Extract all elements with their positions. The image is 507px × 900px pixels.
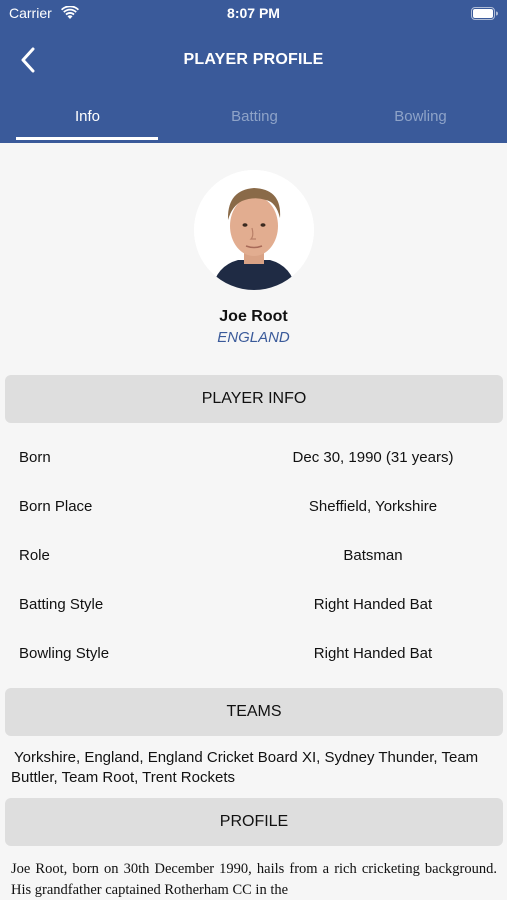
info-row-born-place: Born Place Sheffield, Yorkshire bbox=[0, 492, 507, 522]
tab-batting[interactable]: Batting bbox=[183, 95, 326, 140]
info-row-role: Role Batsman bbox=[0, 541, 507, 571]
info-value: Batsman bbox=[343, 547, 403, 564]
section-header-profile: PROFILE bbox=[5, 798, 503, 846]
page-title: PLAYER PROFILE bbox=[183, 51, 324, 68]
battery-icon bbox=[471, 7, 498, 20]
tab-bowling[interactable]: Bowling bbox=[349, 95, 492, 140]
info-row-batting-style: Batting Style Right Handed Bat bbox=[0, 590, 507, 620]
info-value: Right Handed Bat bbox=[313, 645, 433, 662]
status-time: 8:07 PM bbox=[227, 5, 280, 21]
info-value: Right Handed Bat bbox=[313, 596, 433, 613]
info-label: Bowling Style bbox=[19, 645, 110, 662]
info-label: Role bbox=[19, 547, 50, 564]
player-photo bbox=[194, 170, 314, 290]
profile-text: Joe Root, born on 30th December 1990, ha… bbox=[11, 861, 497, 898]
tab-info[interactable]: Info bbox=[16, 95, 159, 140]
info-label: Born bbox=[19, 449, 51, 466]
info-label: Batting Style bbox=[19, 596, 104, 613]
section-header-player-info: PLAYER INFO bbox=[5, 375, 503, 423]
player-avatar bbox=[194, 170, 314, 290]
info-label: Born Place bbox=[19, 498, 93, 515]
status-bar: Carrier 8:07 PM bbox=[0, 0, 507, 30]
info-value: Sheffield, Yorkshire bbox=[308, 498, 438, 515]
teams-list: Yorkshire, England, England Cricket Boar… bbox=[11, 749, 479, 786]
info-value: Dec 30, 1990 (31 years) bbox=[292, 449, 454, 466]
tab-bar: Info Batting Bowling bbox=[0, 95, 507, 143]
app-header: Carrier 8:07 PM PLAYER PROFILE Info Batt… bbox=[0, 0, 507, 143]
nav-bar: PLAYER PROFILE bbox=[0, 40, 507, 80]
info-row-born: Born Dec 30, 1990 (31 years) bbox=[0, 443, 507, 473]
player-country: ENGLAND bbox=[217, 329, 290, 346]
player-name: Joe Root bbox=[219, 308, 288, 325]
active-tab-indicator bbox=[16, 137, 158, 140]
section-header-teams: TEAMS bbox=[5, 688, 503, 736]
info-row-bowling-style: Bowling Style Right Handed Bat bbox=[0, 639, 507, 669]
